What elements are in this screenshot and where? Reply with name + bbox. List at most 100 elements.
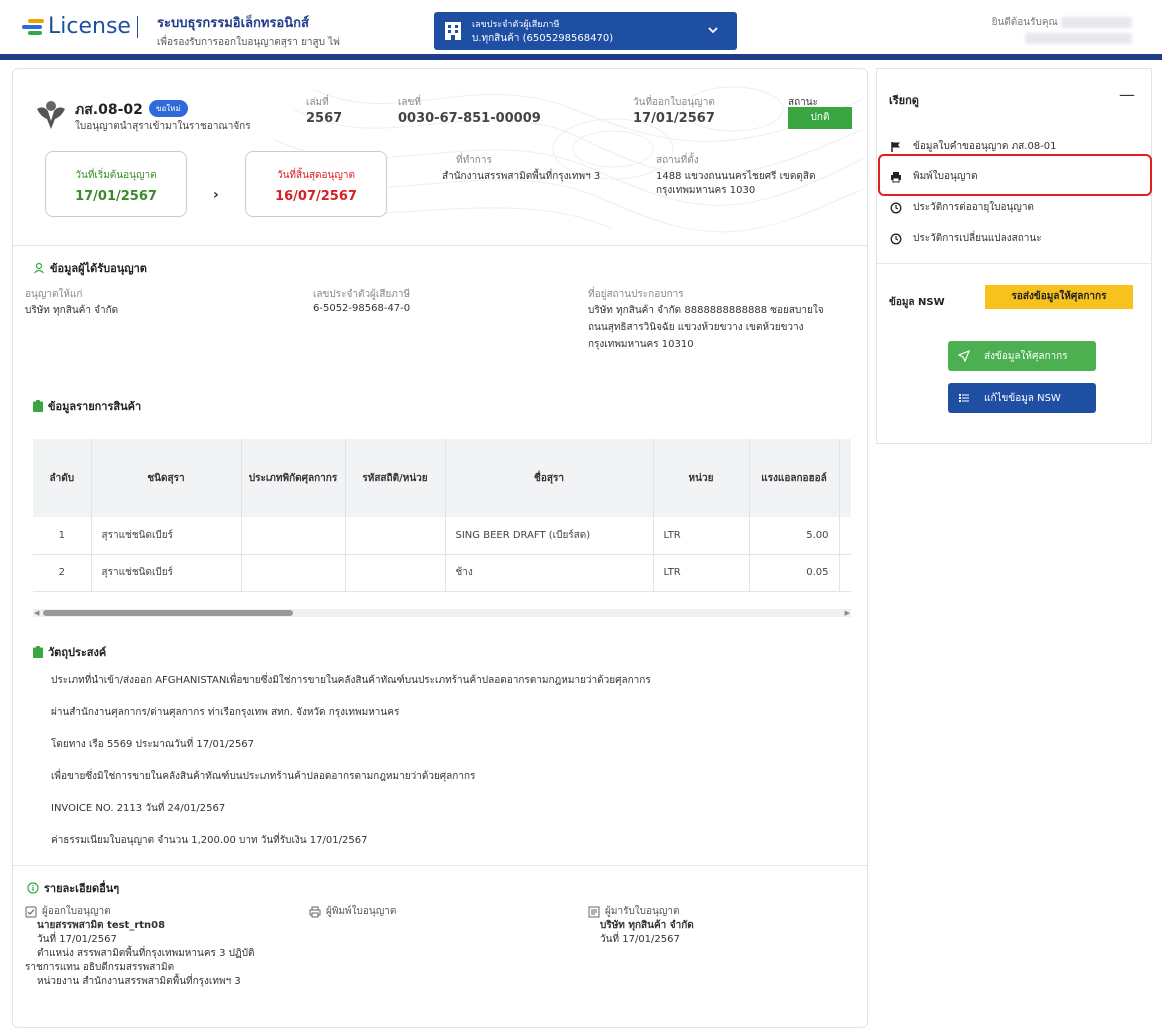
clock-icon — [890, 233, 902, 244]
user-email: xxxxxxxxxxxxxxxxxx — [1025, 33, 1132, 44]
issuer-name: นายสรรพสามิต test_rtn08 — [37, 920, 166, 931]
status-value: ปกติ — [788, 107, 852, 129]
side-panel: เรียกดู — ข้อมูลใบคำขออนุญาต ภส.08-01 พิ… — [876, 68, 1153, 444]
start-date-box: วันที่เริ่มต้นอนุญาต 17/01/2567 — [45, 151, 187, 217]
logo-text: License — [48, 14, 131, 39]
taxid-label: เลขประจำตัวผู้เสียภาษี — [313, 289, 411, 300]
user-name: xxxxxxxxxxxx — [1060, 17, 1132, 28]
col-header: ลำดับ — [33, 439, 92, 517]
user-icon — [34, 262, 44, 274]
form-code: ภส.08-02 — [75, 102, 143, 118]
address-line1: บริษัท ทุกสินค้า จำกัด 8888888888888 ซอย… — [588, 305, 824, 316]
purpose-line: ค่าธรรมเนียมใบอนุญาต จำนวน 1,200.00 บาท … — [51, 835, 368, 846]
form-description: ใบอนุญาตนำสุราเข้ามาในราชอาณาจักร — [75, 121, 251, 132]
purpose-line: ประเภทที่นำเข้า/ส่งออก AFGHANISTANเพื่อข… — [51, 675, 651, 686]
office-label: ที่ทำการ — [456, 155, 492, 166]
license-detail-card: ภส.08-02 ขอใหม่ ใบอนุญาตนำสุราเข้ามาในรา… — [12, 68, 868, 1028]
clipboard-icon — [33, 400, 43, 412]
grantee-label: อนุญาตให้แก่ — [25, 289, 83, 300]
other-section-title: รายละเอียดอื่นๆ — [27, 879, 119, 897]
purpose-line: โดยทาง เรือ 5569 ประมาณวันที่ 17/01/2567 — [51, 739, 255, 750]
nsw-status-badge: รอส่งข้อมูลให้ศุลกากร — [985, 285, 1133, 309]
license-logo[interactable]: License — [22, 14, 138, 39]
purpose-line: ผ่านสำนักงานศุลกากร/ด่านศุลกากร ท่าเรือก… — [51, 707, 400, 718]
purpose-line: INVOICE NO. 2113 วันที่ 24/01/2567 — [51, 803, 226, 814]
issuer-block: ผู้ออกใบอนุญาต นายสรรพสามิต test_rtn08 ว… — [25, 906, 255, 987]
info-icon — [27, 882, 39, 894]
start-date-label: วันที่เริ่มต้นอนุญาต — [75, 170, 157, 181]
number-value: 0030-67-851-00009 — [398, 111, 541, 126]
col-header: ประเภทพิกัดศุลกากร — [241, 439, 346, 517]
col-header: หน่วย — [653, 439, 750, 517]
scrollbar-thumb[interactable] — [43, 610, 293, 616]
garuda-seal-icon — [37, 101, 65, 129]
issuer-position-1: ตำแหน่ง สรรพสามิตพื้นที่กรุงเทพมหานคร 3 … — [37, 948, 255, 959]
table-row: 2 สุราแช่ชนิดเบียร์ ช้าง LTR 0.05 — [33, 554, 851, 592]
col-header: ชื่อสุรา — [445, 439, 654, 517]
top-header: License ระบบธุรกรรมอิเล็กทรอนิกส์ เพื่อร… — [0, 0, 1162, 60]
system-title: ระบบธุรกรรมอิเล็กทรอนิกส์ เพื่อรองรับการ… — [157, 12, 340, 50]
scroll-right-icon[interactable]: ▶ — [845, 609, 850, 617]
location-line1: 1488 แขวงถนนนครไชยศรี เขตดุสิต — [656, 171, 816, 182]
welcome-text: ยินดีต้อนรับคุณ — [991, 17, 1058, 28]
send-icon — [958, 350, 970, 362]
grantee-value: บริษัท ทุกสินค้า จำกัด — [25, 305, 119, 316]
check-square-icon — [25, 906, 37, 918]
collapse-minus-icon[interactable]: — — [1119, 85, 1135, 104]
table-horizontal-scrollbar[interactable]: ◀ ▶ — [33, 609, 851, 617]
start-date-value: 17/01/2567 — [75, 189, 157, 204]
system-title-sub: เพื่อรองรับการออกใบอนุญาตสุรา ยาสูบ ไพ่ — [157, 37, 340, 48]
table-row: 1 สุราแช่ชนิดเบียร์ SING BEER DRAFT (เบี… — [33, 517, 851, 555]
purpose-section-title: วัตถุประสงค์ — [33, 643, 106, 661]
location-line2: กรุงเทพมหานคร 1030 — [656, 185, 756, 196]
edit-nsw-button[interactable]: แก้ไขข้อมูล NSW — [948, 383, 1096, 413]
end-date-value: 16/07/2567 — [275, 189, 357, 204]
licensee-section-title: ข้อมูลผู้ได้รับอนุญาต — [33, 259, 147, 277]
receiver-date: วันที่ 17/01/2567 — [600, 934, 680, 945]
taxpayer-selector[interactable]: เลขประจำตัวผู้เสียภาษี บ.ทุกสินค้า (6505… — [434, 12, 737, 50]
office-value: สำนักงานสรรพสามิตพื้นที่กรุงเทพฯ 3 — [442, 171, 601, 182]
book-label: เล่มที่ — [306, 97, 329, 108]
address-line2: ถนนสุทธิสารวินิจฉัย แขวงห้วยขวาง เขตห้วย… — [588, 322, 804, 333]
end-date-box: วันที่สิ้นสุดอนุญาต 16/07/2567 — [245, 151, 387, 217]
purpose-line: เพื่อขายซึ่งมิใช่การขายในคลังสินค้าทัณฑ์… — [51, 771, 476, 782]
document-icon — [588, 906, 600, 918]
system-title-main: ระบบธุรกรรมอิเล็กทรอนิกส์ — [157, 16, 309, 31]
printer-block: ผู้พิมพ์ใบอนุญาต — [309, 905, 396, 919]
col-header: รหัสสถิติ/หน่วย — [345, 439, 446, 517]
side-panel-title: เรียกดู — [889, 94, 919, 107]
send-to-customs-button[interactable]: ส่งข้อมูลให้ศุลกากร — [948, 341, 1096, 371]
scroll-left-icon[interactable]: ◀ — [34, 609, 39, 617]
status-badge: ขอใหม่ — [149, 100, 188, 117]
list-icon — [959, 394, 969, 402]
taxpayer-label: เลขประจำตัวผู้เสียภาษี — [472, 20, 560, 30]
issuer-unit: หน่วยงาน สำนักงานสรรพสามิตพื้นที่กรุงเทพ… — [37, 976, 241, 987]
side-item-renewal-history[interactable]: ประวัติการต่ออายุใบอนุญาต — [889, 200, 1034, 215]
receiver-block: ผู้มารับใบอนุญาต บริษัท ทุกสินค้า จำกัด … — [588, 905, 694, 947]
flag-icon — [891, 141, 900, 152]
print-icon — [309, 906, 321, 918]
col-header: แรงแอลกอฮอล์ — [749, 439, 840, 517]
products-section-title: ข้อมูลรายการสินค้า — [33, 397, 141, 415]
user-welcome[interactable]: ยินดีต้อนรับคุณ xxxxxxxxxxxx xxxxxxxxxxx… — [992, 15, 1132, 44]
chevron-right-icon: › — [213, 187, 219, 203]
highlight-annotation — [878, 154, 1152, 196]
address-label: ที่อยู่สถานประกอบการ — [588, 289, 684, 300]
chevron-down-icon — [708, 27, 718, 34]
side-item-status-history[interactable]: ประวัติการเปลี่ยนแปลงสถานะ — [889, 231, 1042, 246]
logo-mark-icon — [22, 18, 44, 35]
receiver-name: บริษัท ทุกสินค้า จำกัด — [600, 920, 694, 931]
book-value: 2567 — [306, 111, 343, 126]
nsw-label: ข้อมูล NSW — [889, 297, 945, 308]
location-label: สถานที่ตั้ง — [656, 155, 699, 166]
issue-date-value: 17/01/2567 — [633, 111, 715, 126]
clipboard-icon — [33, 646, 43, 658]
clock-icon — [890, 202, 902, 213]
products-table: ลำดับ ชนิดสุรา ประเภทพิกัดศุลกากร รหัสสถ… — [33, 439, 851, 615]
col-header: ชนิดสุรา — [91, 439, 242, 517]
issuer-date: วันที่ 17/01/2567 — [37, 934, 117, 945]
number-label: เลขที่ — [398, 97, 421, 108]
side-item-application-data[interactable]: ข้อมูลใบคำขออนุญาต ภส.08-01 — [889, 139, 1057, 154]
issue-date-label: วันที่ออกใบอนุญาต — [633, 97, 715, 108]
building-icon — [445, 22, 461, 40]
